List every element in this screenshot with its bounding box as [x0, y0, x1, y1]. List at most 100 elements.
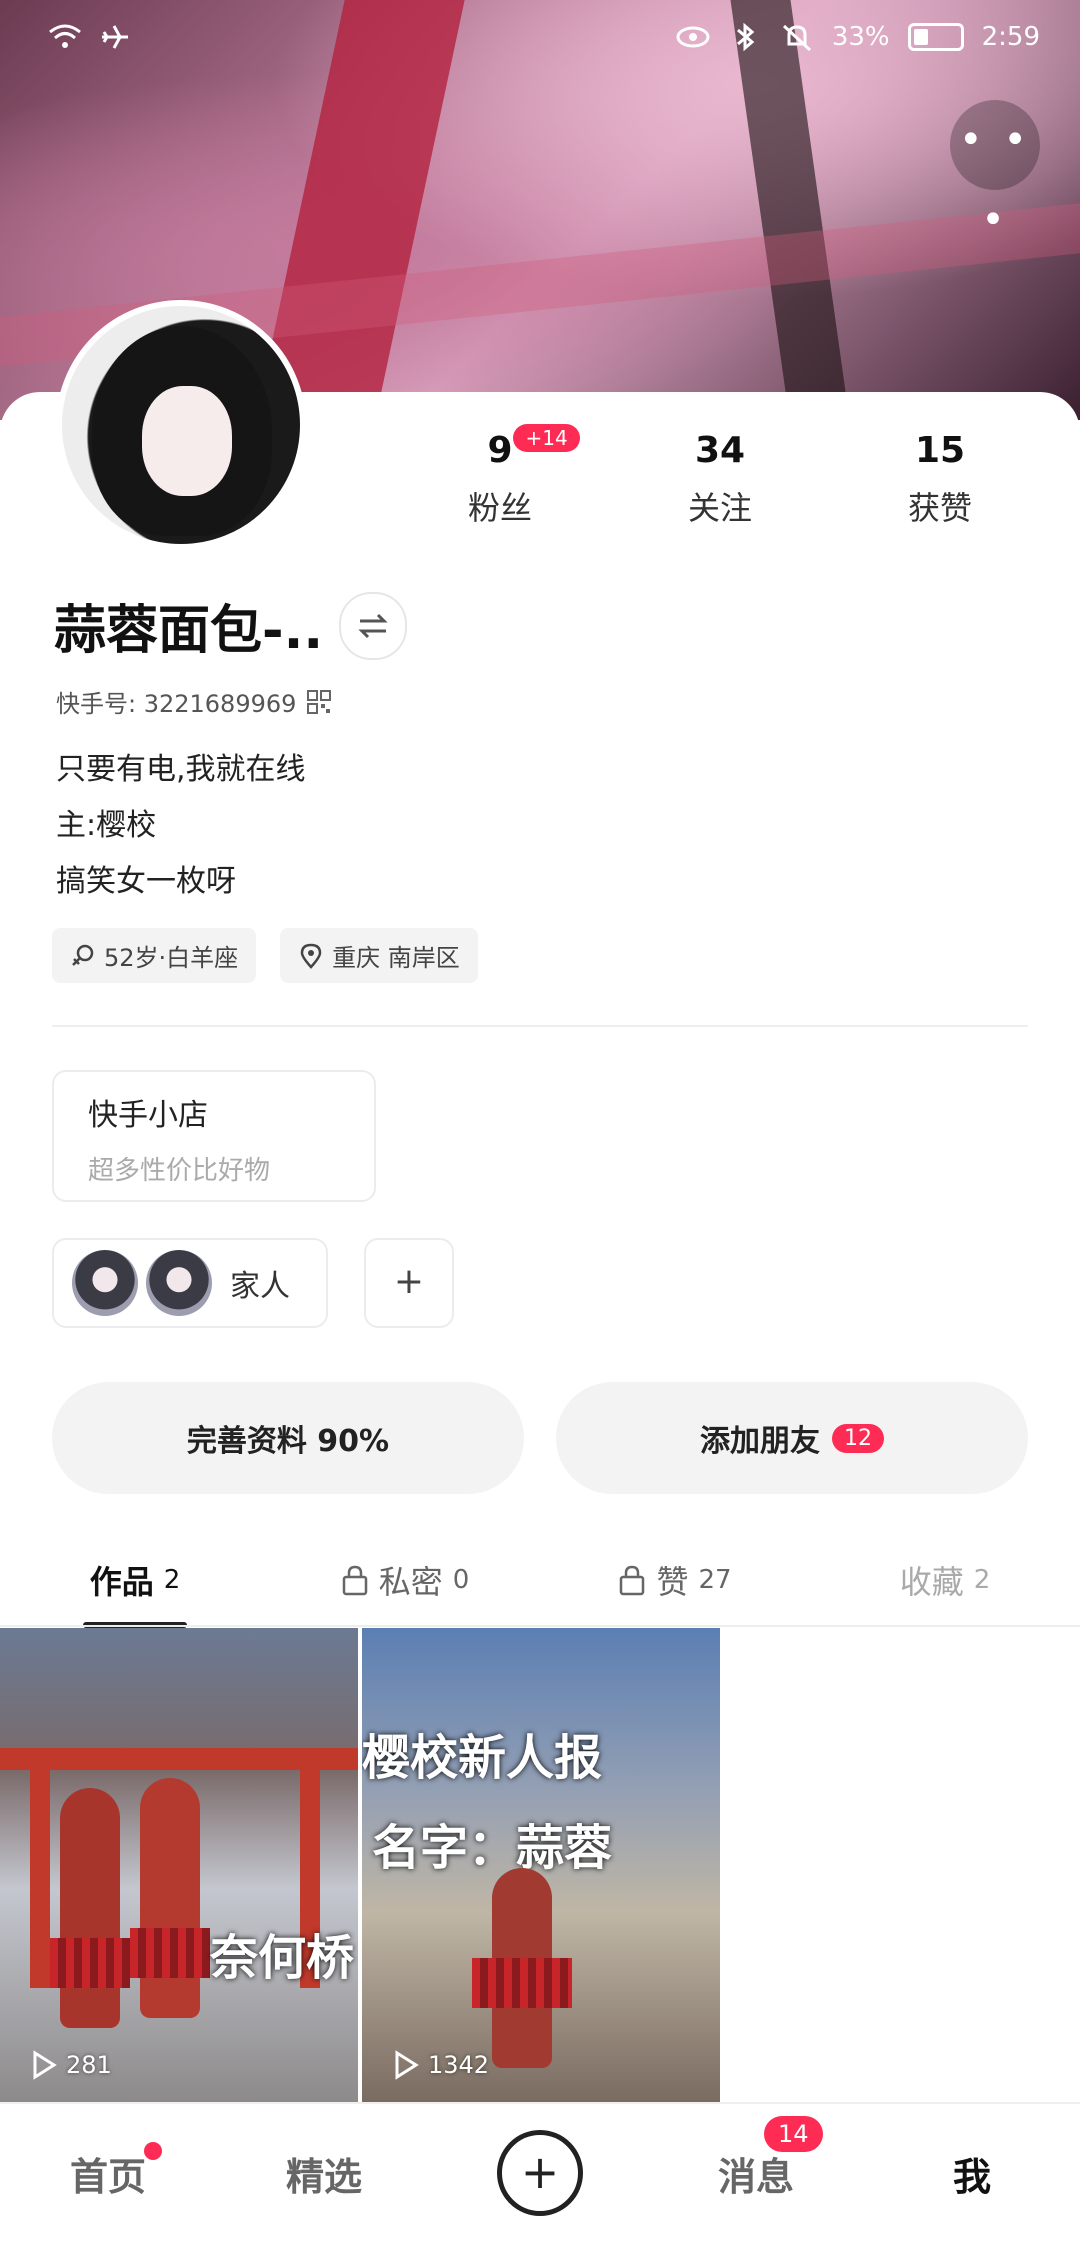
messages-badge: 14: [764, 2115, 823, 2152]
shop-title: 快手小店: [88, 1098, 208, 1133]
stat-followers[interactable]: 9 +14 粉丝: [400, 424, 600, 529]
wifi-icon: [49, 24, 81, 48]
profile-bio[interactable]: 只要有电,我就在线 主:樱校 搞笑女一枚呀: [56, 742, 306, 910]
stat-likes[interactable]: 15 获赞: [840, 430, 1040, 529]
battery-icon: [907, 23, 964, 51]
user-id: 快手号: 3221689969: [56, 690, 297, 718]
character-skirt: [50, 1938, 130, 1988]
profile-name[interactable]: 蒜蓉面包-..: [54, 588, 323, 663]
more-options-button[interactable]: • • •: [950, 100, 1040, 243]
age-text: 52岁·白羊座: [104, 944, 239, 972]
swap-arrows-icon: [358, 613, 388, 638]
tab-count: 2: [163, 1565, 181, 1595]
nav-home[interactable]: 首页: [0, 2141, 216, 2201]
tab-favorites[interactable]: 收藏 2: [810, 1540, 1080, 1620]
nav-create[interactable]: +: [432, 2130, 648, 2216]
nav-label: 首页: [69, 2154, 146, 2199]
clock: 2:59: [981, 22, 1040, 52]
nav-featured[interactable]: 精选: [216, 2146, 432, 2201]
bio-line: 搞笑女一枚呀: [56, 864, 236, 899]
character-skirt: [130, 1928, 210, 1978]
location-pin-icon: [300, 943, 322, 969]
tab-label: 收藏: [899, 1563, 964, 1601]
tab-label: 作品: [89, 1563, 154, 1601]
name-row: 蒜蓉面包-..: [54, 588, 408, 663]
add-family-button[interactable]: +: [364, 1238, 454, 1328]
profile-stats: 9 +14 粉丝 34 关注 15 获赞: [400, 424, 1040, 529]
add-friends-count-badge: 12: [832, 1423, 884, 1453]
tab-liked[interactable]: 赞 27: [540, 1540, 810, 1620]
bio-line: 只要有电,我就在线: [56, 752, 306, 787]
video-overlay-text: 名字：蒜蓉: [372, 1820, 613, 1876]
tab-label: 私密: [378, 1563, 443, 1601]
play-count: 281: [30, 2050, 112, 2080]
video-overlay-text: 奈何桥: [210, 1930, 355, 1986]
family-avatar: [146, 1250, 212, 1316]
play-count-value: 1342: [428, 2051, 490, 2079]
lock-icon: [620, 1565, 645, 1596]
tab-count: 2: [973, 1565, 991, 1595]
user-id-row[interactable]: 快手号: 3221689969: [56, 684, 332, 719]
video-overlay-text: 樱校新人报: [362, 1730, 603, 1786]
shop-card[interactable]: 快手小店 超多性价比好物: [52, 1070, 376, 1202]
likes-label: 获赞: [907, 489, 972, 527]
family-group-button[interactable]: 家人: [52, 1238, 328, 1328]
play-icon: [33, 2050, 57, 2080]
battery-percent: 33%: [831, 22, 890, 52]
character-figure: [60, 1788, 120, 2028]
gender-female-icon: [72, 944, 94, 966]
nav-messages[interactable]: 消息 14: [648, 2115, 864, 2201]
status-bar: 33% 2:59: [0, 0, 1080, 80]
family-avatar: [72, 1250, 138, 1316]
video-grid: 奈何桥 281 樱校新人报 名字：蒜蓉 1342: [0, 1628, 1080, 2102]
switch-account-button[interactable]: [339, 591, 408, 660]
avatar-face: [142, 386, 232, 496]
video-thumbnail[interactable]: 樱校新人报 名字：蒜蓉 1342: [362, 1628, 720, 2102]
bluetooth-icon: [736, 22, 755, 52]
shrine-gate: [0, 1748, 358, 1770]
add-friends-button[interactable]: 添加朋友 12: [556, 1382, 1028, 1494]
family-label: 家人: [230, 1269, 290, 1304]
nav-label: 消息: [717, 2154, 794, 2199]
followers-new-badge: +14: [513, 424, 580, 452]
video-thumbnail[interactable]: 奈何桥 281: [0, 1628, 358, 2102]
tab-count: 27: [698, 1565, 732, 1595]
bottom-nav: 首页 精选 + 消息 14 我: [0, 2102, 1080, 2242]
play-count-value: 281: [66, 2051, 112, 2079]
followers-count: 9: [487, 430, 513, 471]
avatar[interactable]: [56, 300, 306, 550]
stat-following[interactable]: 34 关注: [620, 430, 820, 529]
location-tag: 重庆 南岸区: [280, 928, 478, 983]
tab-works[interactable]: 作品 2: [0, 1540, 270, 1628]
tab-count: 0: [452, 1565, 470, 1595]
shrine-pillar: [30, 1768, 50, 1988]
tab-label: 赞: [656, 1563, 689, 1601]
character-figure: [140, 1778, 200, 2018]
content-tabs: 作品 2 私密 0 赞 27 收藏 2: [0, 1540, 1080, 1628]
mute-bell-icon: [782, 24, 811, 52]
qr-code-icon[interactable]: [306, 689, 332, 715]
profile-tags: 52岁·白羊座 重庆 南岸区: [52, 928, 478, 983]
unread-dot: [144, 2141, 162, 2160]
complete-profile-label: 完善资料 90%: [186, 1424, 390, 1459]
location-text: 重庆 南岸区: [332, 944, 460, 972]
add-friends-label: 添加朋友: [700, 1424, 820, 1459]
following-count: 34: [694, 430, 746, 471]
followers-label: 粉丝: [467, 489, 532, 527]
bio-line: 主:樱校: [56, 808, 157, 843]
nav-me[interactable]: 我: [864, 2146, 1080, 2201]
eye-icon: [676, 26, 710, 48]
age-tag: 52岁·白羊座: [52, 928, 257, 983]
tab-private[interactable]: 私密 0: [270, 1540, 540, 1620]
divider: [52, 1025, 1028, 1027]
nav-label: 我: [952, 2154, 991, 2199]
tabs-divider: [0, 1625, 1080, 1627]
plus-circle-icon: +: [497, 2130, 583, 2216]
complete-profile-button[interactable]: 完善资料 90%: [52, 1382, 524, 1494]
shop-subtitle: 超多性价比好物: [88, 1156, 271, 1186]
nav-label: 精选: [285, 2154, 362, 2199]
airplane-icon: [102, 25, 128, 49]
play-count: 1342: [392, 2050, 489, 2080]
play-icon: [395, 2050, 419, 2080]
following-label: 关注: [687, 489, 752, 527]
